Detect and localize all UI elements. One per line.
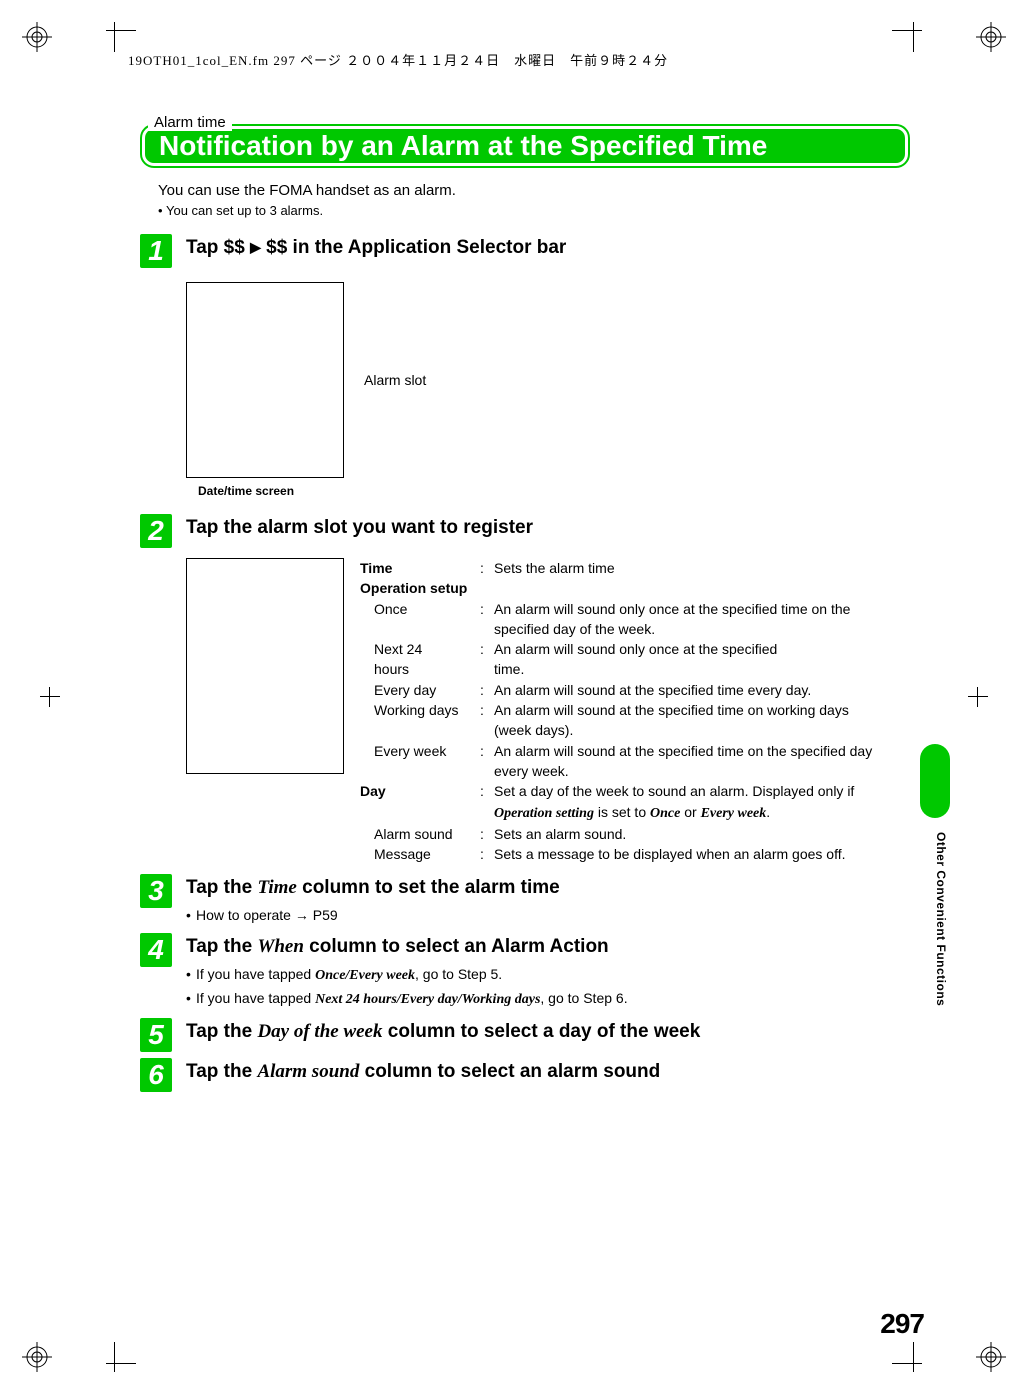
def-desc: time.	[494, 659, 890, 679]
crop-cross-icon	[40, 687, 60, 707]
screenshot-side-label: Alarm slot	[364, 372, 426, 388]
step-5: 5 Tap the Day of the week column to sele…	[140, 1018, 910, 1052]
arrow-right-icon: →	[295, 907, 309, 923]
def-term-everyday: Every day	[360, 680, 480, 700]
side-tab-marker	[920, 744, 950, 818]
section-title-bar: Notification by an Alarm at the Specifie…	[140, 124, 910, 168]
def-desc: Sets an alarm sound.	[494, 824, 890, 844]
crop-corner-icon	[892, 1342, 932, 1382]
def-term-everyweek: Every week	[360, 741, 480, 782]
step-title: Tap the Alarm sound column to select an …	[186, 1060, 910, 1085]
crop-corner-icon	[892, 12, 932, 52]
registration-mark-icon	[976, 22, 1006, 52]
registration-mark-icon	[22, 22, 52, 52]
def-desc: An alarm will sound at the specified tim…	[494, 700, 890, 741]
crop-corner-icon	[96, 1342, 136, 1382]
file-header-text: 19OTH01_1col_EN.fm 297 ページ ２００４年１１月２４日 水…	[128, 50, 668, 69]
page-number: 297	[880, 1308, 924, 1340]
section-eyebrow: Alarm time	[148, 114, 232, 131]
def-desc: An alarm will sound only once at the spe…	[494, 639, 890, 659]
step-title: Tap the alarm slot you want to register	[186, 516, 910, 541]
def-desc: An alarm will sound at the specified tim…	[494, 680, 890, 700]
def-term-alarmsound: Alarm sound	[360, 824, 480, 844]
step-number: 2	[140, 514, 172, 548]
step-note: •If you have tapped Next 24 hours/Every …	[186, 990, 910, 1008]
step-note: •How to operate → P59	[186, 907, 910, 923]
step-title: Tap $$ ▶ $$ in the Application Selector …	[186, 236, 910, 261]
step-title: Tap the When column to select an Alarm A…	[186, 935, 910, 960]
def-desc: Sets a message to be displayed when an a…	[494, 844, 890, 864]
step-title: Tap the Time column to set the alarm tim…	[186, 876, 910, 901]
def-desc: An alarm will sound at the specified tim…	[494, 741, 890, 782]
step-number: 6	[140, 1058, 172, 1092]
step-6: 6 Tap the Alarm sound column to select a…	[140, 1058, 910, 1092]
step-number: 3	[140, 874, 172, 908]
triangle-right-icon: ▶	[250, 239, 261, 255]
step1-screenshot-row: Alarm slot	[186, 282, 910, 478]
section-title: Notification by an Alarm at the Specifie…	[159, 130, 767, 162]
def-term-once: Once	[360, 599, 480, 640]
step-number: 1	[140, 234, 172, 268]
screenshot-caption: Date/time screen	[198, 484, 910, 498]
def-desc: Sets the alarm time	[494, 558, 890, 578]
content-area: Alarm time Notification by an Alarm at t…	[140, 106, 910, 1098]
crop-corner-icon	[96, 12, 136, 52]
def-term-day: Day	[360, 781, 480, 824]
step-number: 5	[140, 1018, 172, 1052]
def-term-next24b: hours	[360, 659, 480, 679]
registration-mark-icon	[976, 1342, 1006, 1372]
page: 19OTH01_1col_EN.fm 297 ページ ２００４年１１月２４日 水…	[0, 0, 1028, 1394]
side-section-label: Other Convenient Functions	[934, 832, 948, 1006]
step-4: 4 Tap the When column to select an Alarm…	[140, 933, 910, 1008]
def-desc: An alarm will sound only once at the spe…	[494, 599, 890, 640]
registration-mark-icon	[22, 1342, 52, 1372]
step-3: 3 Tap the Time column to set the alarm t…	[140, 874, 910, 923]
def-term-next24: Next 24	[360, 639, 480, 659]
intro-bullet: •You can set up to 3 alarms.	[158, 203, 910, 218]
def-term-opsetup: Operation setup	[360, 578, 890, 598]
step-title: Tap the Day of the week column to select…	[186, 1020, 910, 1045]
step-number: 4	[140, 933, 172, 967]
step-2: 2 Tap the alarm slot you want to registe…	[140, 514, 910, 548]
def-term-working: Working days	[360, 700, 480, 741]
step-note: •If you have tapped Once/Every week, go …	[186, 966, 910, 984]
intro-text: You can use the FOMA handset as an alarm…	[158, 182, 910, 199]
crop-cross-icon	[968, 687, 988, 707]
def-desc: Set a day of the week to sound an alarm.…	[494, 781, 890, 824]
definitions-list: Time:Sets the alarm time Operation setup…	[360, 558, 890, 864]
step-1: 1 Tap $$ ▶ $$ in the Application Selecto…	[140, 234, 910, 268]
screenshot-placeholder	[186, 282, 344, 478]
def-term-time: Time	[360, 558, 480, 578]
screenshot-placeholder	[186, 558, 344, 774]
def-term-message: Message	[360, 844, 480, 864]
